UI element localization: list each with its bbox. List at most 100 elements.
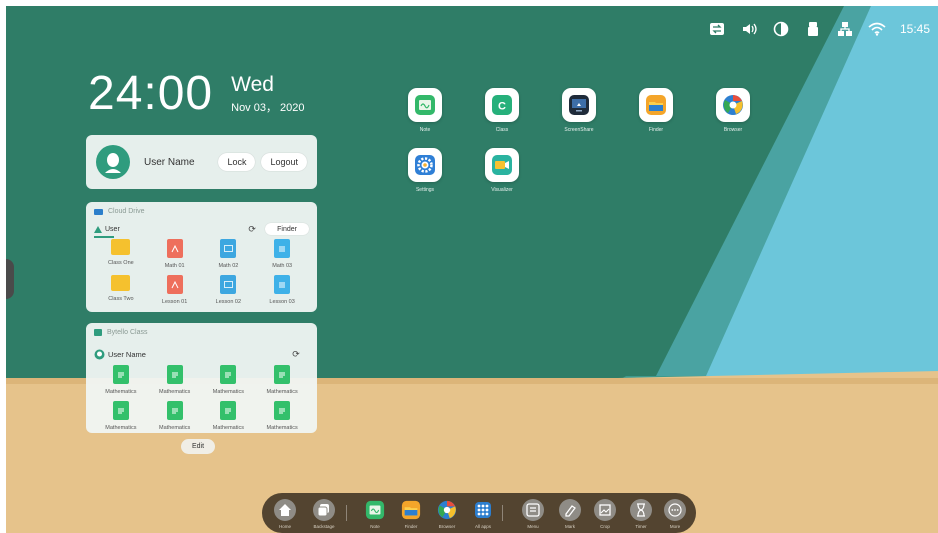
app-label: Visualizer <box>491 187 513 193</box>
logout-button[interactable]: Logout <box>261 153 307 171</box>
file-label: Mathematics <box>212 389 244 395</box>
dock-label: Crop <box>600 524 610 529</box>
class-file-item[interactable]: Mathematics <box>255 401 309 433</box>
drive-user-tab[interactable]: User <box>105 226 120 233</box>
class-file-item[interactable]: Mathematics <box>94 401 148 433</box>
desktop-app-visualizer[interactable]: Visualizer <box>479 148 525 193</box>
cloud-file-item[interactable]: Math 03 <box>255 239 309 271</box>
file-label: Math 02 <box>218 263 239 269</box>
class-user-avatar-icon <box>94 349 105 359</box>
mark-icon <box>559 499 581 521</box>
contrast-icon[interactable] <box>772 20 790 38</box>
app-label: Settings <box>415 187 435 193</box>
class-file-item[interactable]: Mathematics <box>94 365 148 397</box>
dock-item-browser[interactable]: Browser <box>430 499 464 529</box>
dock-item-timer[interactable]: Timer <box>624 499 658 529</box>
refresh-icon[interactable]: ⟳ <box>247 224 257 234</box>
file-label: Lesson 02 <box>215 299 242 305</box>
file-label: Mathematics <box>212 425 244 431</box>
file-label: Mathematics <box>105 425 137 431</box>
file-label: Class One <box>108 260 134 266</box>
desktop-app-screenshare[interactable]: ScreenShare <box>556 88 602 133</box>
dock-item-crop[interactable]: Crop <box>588 499 622 529</box>
cloud-file-item[interactable]: Math 01 <box>148 239 202 271</box>
user-name: User Name <box>144 156 195 168</box>
document-file-icon <box>112 365 129 384</box>
desktop-app-finder[interactable]: Finder <box>633 88 679 133</box>
dock-item-backstage[interactable]: Backstage <box>307 499 341 529</box>
dock-item-all-apps[interactable]: All apps <box>466 499 500 529</box>
home-icon <box>274 499 296 521</box>
class-file-item[interactable]: Mathematics <box>148 401 202 433</box>
dock-label: Backstage <box>313 524 335 529</box>
doc-file-icon <box>274 239 291 258</box>
cloud-file-item[interactable]: Lesson 01 <box>148 275 202 307</box>
dock-label: All apps <box>474 524 491 529</box>
clock-date: Nov 03， 2020 <box>231 102 305 114</box>
clock-day: Wed <box>231 73 274 96</box>
dock-item-home[interactable]: Home <box>268 499 302 529</box>
class-file-grid: Mathematics Mathematics Mathematics Math… <box>94 365 309 433</box>
wifi-icon[interactable] <box>868 20 886 38</box>
desktop-app-class[interactable]: C Class <box>479 88 525 133</box>
document-file-icon <box>220 365 237 384</box>
class-header: Bytello Class <box>94 329 147 336</box>
cloud-file-item[interactable]: Class One <box>94 239 148 271</box>
desktop-app-browser[interactable]: Browser <box>710 88 756 133</box>
desktop-app-note[interactable]: Note <box>402 88 448 133</box>
cloud-file-item[interactable]: Math 02 <box>202 239 256 271</box>
dock-label: Timer <box>635 524 647 529</box>
svg-text:C: C <box>498 101 506 113</box>
dock-item-mark[interactable]: Mark <box>553 499 587 529</box>
class-file-item[interactable]: Mathematics <box>148 365 202 397</box>
finder-icon <box>639 88 673 122</box>
backstage-icon <box>313 499 335 521</box>
dock-label: Browser <box>438 524 456 529</box>
dock-item-menu[interactable]: Menu <box>516 499 550 529</box>
file-label: Mathematics <box>159 389 191 395</box>
note-icon <box>408 88 442 122</box>
file-label: Mathematics <box>266 389 298 395</box>
file-label: Class Two <box>108 296 134 302</box>
desktop-app-settings[interactable]: Settings <box>402 148 448 193</box>
usb-icon[interactable] <box>804 20 822 38</box>
cloud-file-item[interactable]: Lesson 03 <box>255 275 309 307</box>
lock-button[interactable]: Lock <box>218 153 256 171</box>
file-label: Mathematics <box>159 425 191 431</box>
file-label: Lesson 03 <box>269 299 295 305</box>
side-panel-handle[interactable] <box>6 259 14 299</box>
cloud-file-item[interactable]: Class Two <box>94 275 148 307</box>
network-icon[interactable] <box>836 20 854 38</box>
avatar[interactable] <box>96 145 130 179</box>
cloud-file-grid: Class One Math 01 Math 02 Math 03 Class … <box>94 239 309 307</box>
edit-button[interactable]: Edit <box>181 439 215 454</box>
class-file-item[interactable]: Mathematics <box>202 401 256 433</box>
file-label: Math 01 <box>164 263 185 269</box>
dock-separator <box>502 505 503 521</box>
dock-item-note[interactable]: Note <box>358 499 392 529</box>
class-file-item[interactable]: Mathematics <box>202 365 256 397</box>
clock-time: 24:00 <box>88 67 214 120</box>
dock-item-finder[interactable]: Finder <box>394 499 428 529</box>
all-apps-icon <box>472 499 494 521</box>
file-label: Lesson 01 <box>161 299 188 305</box>
app-label: Note <box>419 127 431 133</box>
volume-icon[interactable] <box>740 20 758 38</box>
document-file-icon <box>220 401 237 420</box>
status-time: 15:45 <box>899 22 930 36</box>
input-switch-icon[interactable] <box>708 20 726 38</box>
dock-label: Home <box>278 524 291 529</box>
finder-button[interactable]: Finder <box>265 223 309 235</box>
dock-separator <box>346 505 347 521</box>
class-title: Bytello Class <box>107 329 148 336</box>
dock-item-more[interactable]: More <box>658 499 692 529</box>
refresh-icon[interactable]: ⟳ <box>291 349 301 359</box>
doc-file-icon <box>274 275 291 294</box>
cloud-drive-title: Cloud Drive <box>108 208 145 215</box>
class-file-item[interactable]: Mathematics <box>255 365 309 397</box>
clock-widget: 24:00 Wed Nov 03， 2020 <box>88 68 305 120</box>
cloud-file-item[interactable]: Lesson 02 <box>202 275 256 307</box>
screenshare-icon <box>562 88 596 122</box>
folder-file-icon <box>111 275 131 291</box>
dock: Home Backstage Note Finder Browser All a… <box>262 493 696 533</box>
